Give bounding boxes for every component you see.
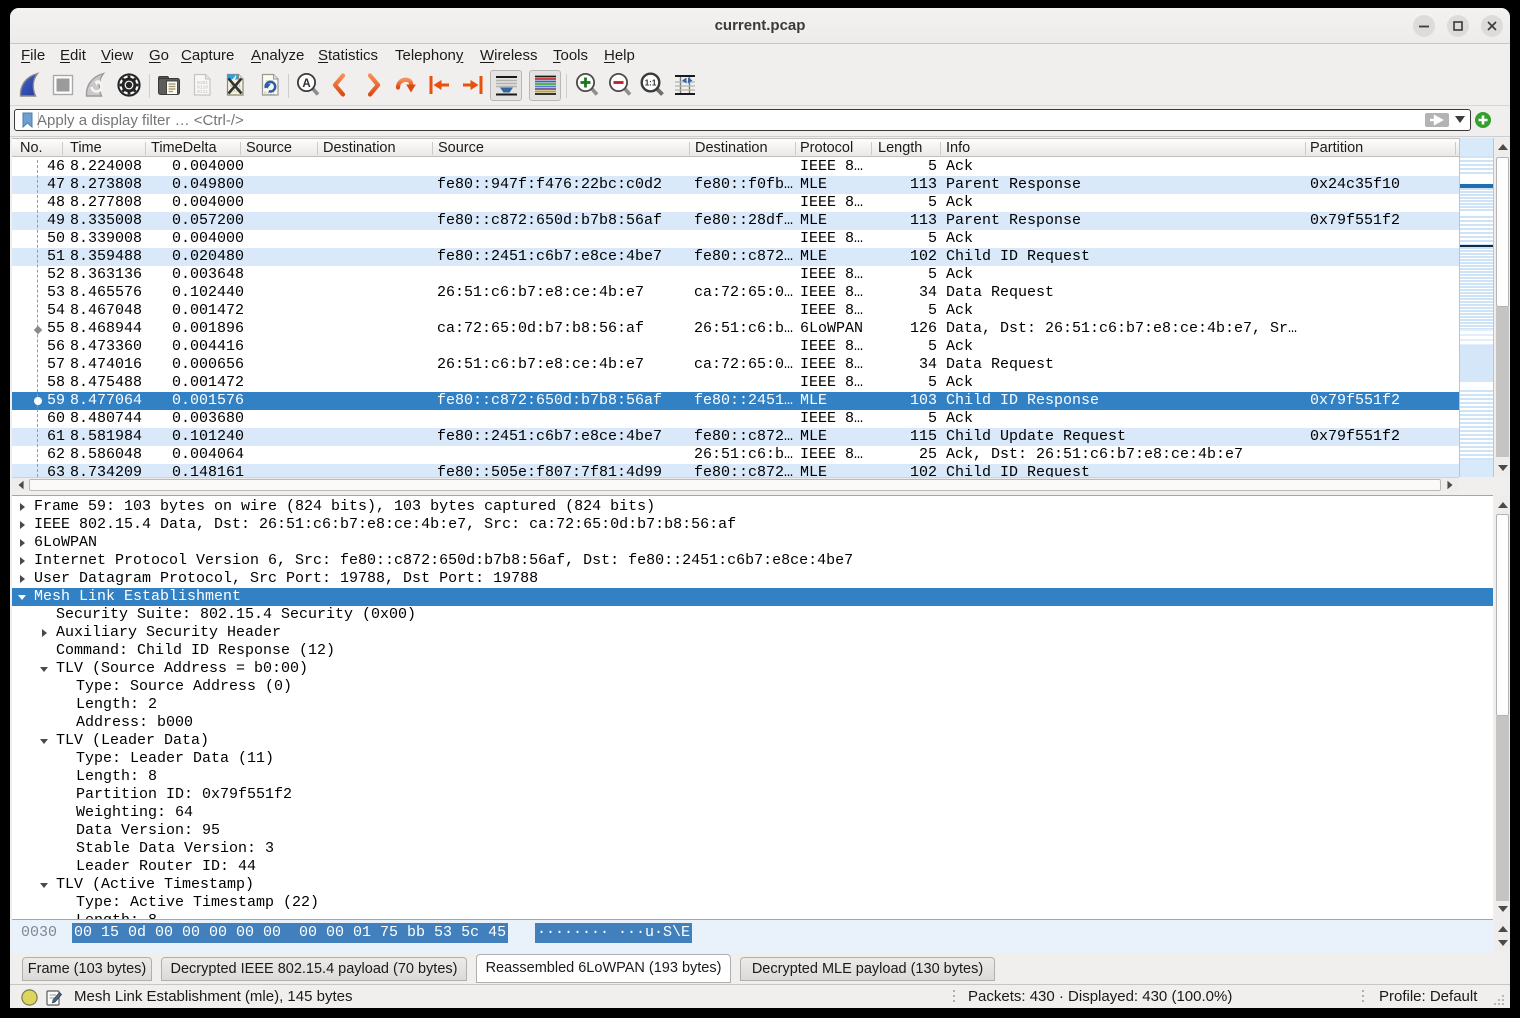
svg-text:A: A — [302, 78, 310, 90]
svg-text:1:1: 1:1 — [645, 79, 657, 88]
svg-text:0111: 0111 — [197, 89, 208, 95]
